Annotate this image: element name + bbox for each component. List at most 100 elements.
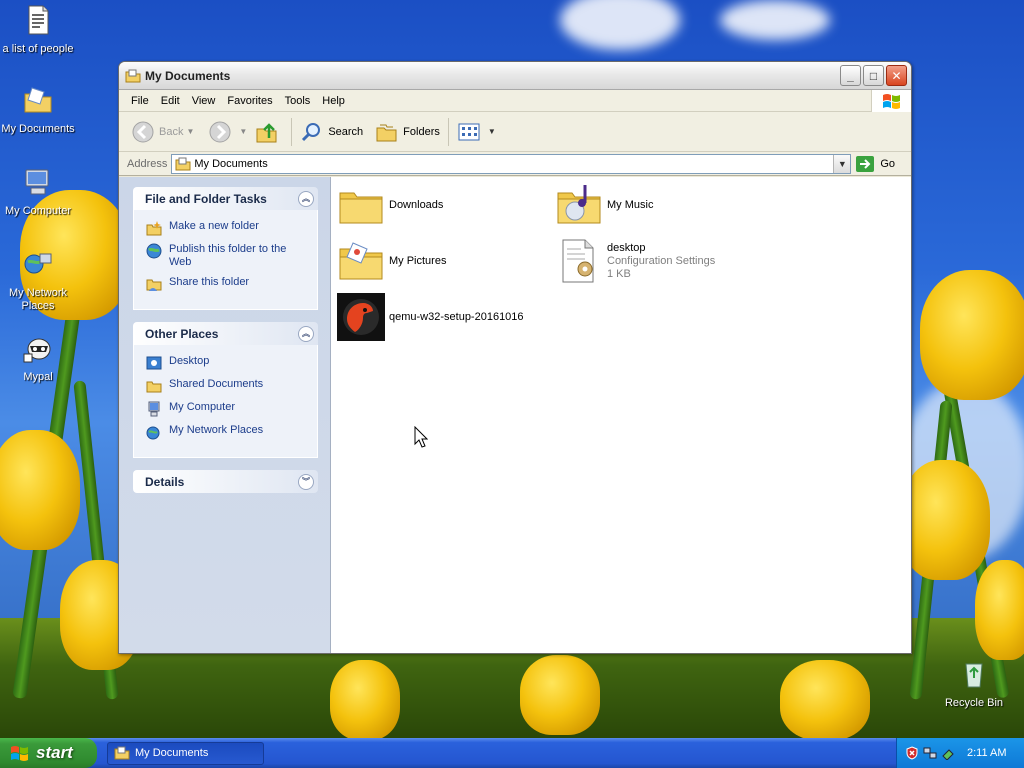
minimize-button[interactable]: _ [840, 65, 861, 86]
folder-icon [125, 69, 141, 82]
forward-arrow-icon [209, 121, 231, 142]
network-icon [146, 426, 160, 440]
go-button[interactable]: Go [855, 155, 895, 173]
menu-bar: File Edit View Favorites Tools Help [119, 90, 911, 112]
clock[interactable]: 2:11 AM [967, 747, 1007, 759]
folder-icon [146, 381, 162, 393]
search-icon [302, 122, 321, 141]
file-item-downloads[interactable]: Downloads [337, 181, 547, 229]
views-button[interactable]: ▼ [453, 117, 500, 147]
network-icon [24, 253, 52, 274]
desktop-icon [146, 356, 162, 370]
raccoon-icon [23, 338, 51, 363]
file-name: qemu-w32-setup-20161016 [389, 310, 524, 323]
other-places-panel: Other Places ︽ Desktop Shared Documents … [133, 322, 318, 458]
pictures-folder-icon [339, 242, 383, 280]
panel-title: File and Folder Tasks [145, 191, 267, 206]
place-my-computer[interactable]: My Computer [146, 401, 307, 417]
close-button[interactable]: ✕ [886, 65, 907, 86]
security-shield-icon[interactable] [905, 746, 919, 760]
title-bar[interactable]: My Documents _ □ ✕ [119, 62, 911, 90]
desktop-icon-my-computer[interactable]: My Computer [0, 166, 78, 218]
desktop-icon-mypal[interactable]: Mypal [0, 332, 78, 384]
music-folder-icon [557, 185, 601, 224]
back-arrow-icon [132, 121, 154, 142]
folders-button[interactable]: Folders [371, 117, 444, 147]
desktop-icon-list-of-people[interactable]: a list of people [0, 4, 78, 56]
expand-icon[interactable]: ︾ [298, 473, 314, 490]
task-pane: File and Folder Tasks ︽ Make a new folde… [119, 177, 331, 653]
file-folder-tasks-header[interactable]: File and Folder Tasks ︽ [133, 187, 318, 210]
place-my-network-places[interactable]: My Network Places [146, 424, 307, 440]
file-item-my-music[interactable]: My Music [555, 181, 765, 229]
other-places-header[interactable]: Other Places ︽ [133, 322, 318, 345]
forward-button[interactable]: ▼ [204, 117, 251, 147]
my-documents-folder-icon [24, 87, 52, 113]
place-shared-documents[interactable]: Shared Documents [146, 378, 307, 394]
start-button[interactable]: start [0, 738, 97, 768]
file-size: 1 KB [607, 267, 631, 280]
collapse-icon[interactable]: ︽ [298, 190, 314, 207]
folder-icon [114, 746, 130, 760]
search-button[interactable]: Search [296, 117, 367, 147]
go-label: Go [880, 157, 896, 170]
file-item-desktop-ini[interactable]: desktop Configuration Settings 1 KB [555, 237, 765, 285]
address-bar: Address My Documents ▼ Go [119, 152, 911, 176]
chevron-down-icon: ▼ [487, 127, 496, 136]
search-label: Search [328, 125, 364, 138]
file-name: Downloads [389, 198, 444, 211]
collapse-icon[interactable]: ︽ [298, 325, 314, 342]
windows-logo-icon [871, 90, 911, 112]
computer-icon [148, 401, 160, 417]
network-connections-icon[interactable] [923, 746, 937, 760]
qemu-installer-icon [337, 293, 385, 341]
desktop-icon-my-documents[interactable]: My Documents [0, 84, 78, 136]
computer-icon [25, 169, 49, 195]
mouse-cursor-icon [414, 426, 428, 448]
details-panel: Details ︾ [133, 470, 318, 493]
address-dropdown-button[interactable]: ▼ [833, 154, 851, 173]
menu-tools[interactable]: Tools [279, 95, 317, 107]
desktop-icon-label: a list of people [2, 43, 74, 55]
desktop-icon-recycle-bin[interactable]: Recycle Bin [934, 658, 1014, 710]
system-tray: 2:11 AM [896, 738, 1024, 768]
desktop-icon-label: Recycle Bin [944, 697, 1004, 709]
task-share-folder[interactable]: Share this folder [146, 276, 307, 292]
windows-logo-icon [11, 746, 28, 761]
up-folder-icon [256, 122, 277, 142]
address-label: Address [127, 157, 168, 170]
safely-remove-hardware-icon[interactable] [941, 746, 955, 760]
share-folder-icon [146, 279, 162, 291]
place-desktop[interactable]: Desktop [146, 355, 307, 371]
menu-favorites[interactable]: Favorites [221, 95, 278, 107]
menu-help[interactable]: Help [316, 95, 351, 107]
views-icon [458, 123, 480, 140]
maximize-button[interactable]: □ [863, 65, 884, 86]
address-input[interactable]: My Documents ▼ [171, 153, 852, 174]
folders-icon [376, 124, 397, 141]
desktop-icon-label: Mypal [23, 371, 53, 383]
chevron-down-icon: ▼ [186, 127, 195, 136]
menu-edit[interactable]: Edit [155, 95, 186, 107]
desktop-icon-label: My Network Places [8, 287, 68, 312]
file-name: My Music [607, 198, 654, 211]
folder-icon [339, 192, 383, 224]
desktop-icon-my-network-places[interactable]: My Network Places [0, 248, 78, 313]
globe-icon [146, 243, 162, 259]
taskbar-item-my-documents[interactable]: My Documents [107, 741, 264, 765]
menu-file[interactable]: File [125, 95, 155, 107]
file-item-qemu-setup[interactable]: qemu-w32-setup-20161016 [337, 293, 547, 341]
taskbar-item-label: My Documents [135, 747, 209, 759]
window-title: My Documents [145, 68, 231, 83]
file-item-my-pictures[interactable]: My Pictures [337, 237, 547, 285]
menu-view[interactable]: View [186, 95, 222, 107]
task-publish-to-web[interactable]: Publish this folder to the Web [146, 243, 307, 269]
back-button[interactable]: Back ▼ [127, 117, 198, 147]
folder-icon [175, 157, 191, 170]
task-make-new-folder[interactable]: Make a new folder [146, 220, 307, 236]
file-name: desktop [607, 241, 646, 254]
file-list: Downloads My Music My Pictures desktop C… [331, 177, 911, 653]
go-arrow-icon [856, 155, 875, 172]
up-folder-button[interactable] [251, 117, 287, 147]
details-header[interactable]: Details ︾ [133, 470, 318, 493]
